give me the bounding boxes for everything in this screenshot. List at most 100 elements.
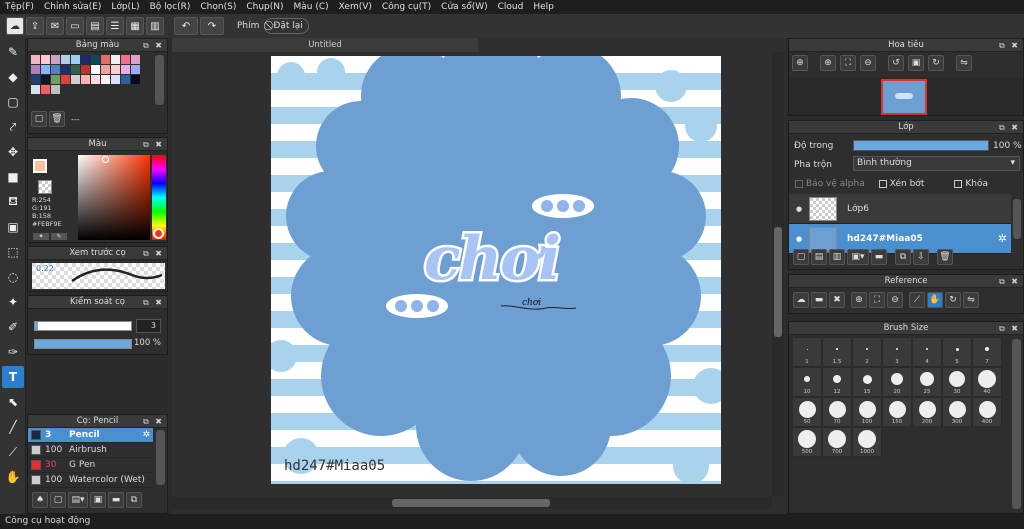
panel-controls-icon[interactable]: ⧉ ✖ [143, 247, 164, 260]
fit-icon[interactable]: ⛶ [840, 55, 856, 71]
saturation-value-picker[interactable] [78, 155, 150, 240]
layers-icon[interactable]: ▥ [146, 17, 164, 35]
palette-swatch[interactable] [51, 85, 60, 94]
brush-size-cell[interactable]: 4 [912, 337, 942, 367]
brush-list-scrollbar[interactable] [156, 430, 165, 485]
sub-color-swatch[interactable] [38, 180, 52, 194]
duplicate-layer-icon[interactable]: ⧉ [895, 249, 911, 265]
brush-item[interactable]: 30 G Pen [28, 458, 153, 473]
panel-controls-icon[interactable]: ⧉ ✖ [143, 415, 164, 428]
new-layer-icon[interactable]: ▢ [793, 249, 809, 265]
panel-controls-icon[interactable]: ⧉ ✖ [143, 296, 164, 309]
palette-swatch[interactable] [91, 65, 100, 74]
brush-settings-icon[interactable]: ♠ [32, 492, 48, 508]
select-pen-icon[interactable]: ✐ [2, 316, 24, 338]
palette-swatch[interactable] [41, 85, 50, 94]
document-tab[interactable]: Untitled [172, 38, 478, 52]
brush-size-cell[interactable]: 50 [792, 397, 822, 427]
protect-alpha-checkbox[interactable]: Bảo vệ alpha [795, 179, 865, 189]
new-1bit-layer-icon[interactable]: ▥ [829, 249, 845, 265]
visibility-icon[interactable]: ● [789, 205, 809, 213]
brush-icon[interactable]: ✎ [2, 41, 24, 63]
hue-handle[interactable] [153, 228, 164, 239]
visibility-icon[interactable]: ● [789, 235, 809, 243]
brush-size-cell[interactable]: 500 [792, 427, 822, 457]
bucket-icon[interactable]: ⛾ [2, 191, 24, 213]
grid-icon[interactable]: ▦ [126, 17, 144, 35]
duplicate-icon[interactable]: ⧉ [126, 492, 142, 508]
add-brush-menu-icon[interactable]: ▤▾ [68, 492, 88, 508]
brush-size-cell[interactable]: 1000 [852, 427, 882, 457]
menu-item-3[interactable]: Bộ lọc(R) [145, 2, 196, 12]
palette-swatch[interactable] [71, 65, 80, 74]
delete-layer-icon[interactable]: 🗑 [937, 249, 953, 265]
brush-size-cell[interactable]: 2 [852, 337, 882, 367]
chat-icon[interactable]: ✉ [46, 17, 64, 35]
redo-icon[interactable]: ↷ [200, 17, 224, 35]
palette-swatch[interactable] [61, 65, 70, 74]
eyedropper-icon[interactable]: ⟋ [2, 441, 24, 463]
hand-icon[interactable]: ✋ [2, 466, 24, 488]
brush-size-cell[interactable]: 10 [792, 367, 822, 397]
palette-swatch[interactable] [131, 55, 140, 64]
palette-swatch[interactable] [121, 75, 130, 84]
panel-controls-icon[interactable]: ⧉ ✖ [999, 39, 1020, 52]
navigator-preview[interactable] [789, 77, 1023, 115]
layer-list-scrollbar[interactable] [1013, 199, 1021, 239]
palette-swatch[interactable] [31, 85, 40, 94]
palette-swatch[interactable] [61, 55, 70, 64]
palette-swatch[interactable] [101, 65, 110, 74]
palette-swatch[interactable] [41, 65, 50, 74]
palette-swatch[interactable] [61, 75, 70, 84]
palette-swatch[interactable] [51, 65, 60, 74]
brush-size-cell[interactable]: 1 [792, 337, 822, 367]
brush-item[interactable]: 3 Pencil ✲ [28, 428, 153, 443]
brush-size-cell[interactable]: 25 [912, 367, 942, 397]
menu-item-1[interactable]: Chỉnh sửa(E) [39, 2, 106, 12]
eraser-icon[interactable]: ◆ [2, 66, 24, 88]
lock-checkbox[interactable]: Khóa [954, 179, 988, 189]
gear-icon[interactable]: ✲ [142, 430, 150, 440]
ref-flip-icon[interactable]: ⇋ [963, 292, 979, 308]
brush-size-cell[interactable]: 150 [882, 397, 912, 427]
brush-size-slider[interactable] [34, 321, 132, 331]
brush-size-cell[interactable]: 700 [822, 427, 852, 457]
brush-size-cell[interactable]: 100 [852, 397, 882, 427]
swap-colors-icon[interactable]: ✦ [33, 233, 49, 240]
pen-curve-icon[interactable]: ⤤ [2, 116, 24, 138]
palette-swatch[interactable] [41, 55, 50, 64]
hue-slider[interactable] [152, 155, 166, 240]
document-icon[interactable]: ▤ [86, 17, 104, 35]
magic-wand-icon[interactable]: ✦ [2, 291, 24, 313]
layer-row[interactable]: ● Lớp6 [789, 194, 1011, 224]
palette-swatch[interactable] [31, 65, 40, 74]
new-8bit-layer-icon[interactable]: ▤ [811, 249, 827, 265]
palette-swatch[interactable] [101, 55, 110, 64]
palette-swatch[interactable] [111, 55, 120, 64]
lasso-icon[interactable]: ◌ [2, 266, 24, 288]
menu-item-10[interactable]: Cloud [493, 2, 529, 12]
navigator-viewport[interactable] [881, 79, 927, 115]
palette-swatch[interactable] [81, 75, 90, 84]
palette-swatch[interactable] [101, 75, 110, 84]
menu-item-8[interactable]: Công cụ(T) [377, 2, 436, 12]
reset-view-icon[interactable]: ▣ [908, 55, 924, 71]
brush-size-cell[interactable]: 12 [822, 367, 852, 397]
palette-swatch[interactable] [51, 75, 60, 84]
rotate-right-icon[interactable]: ↻ [928, 55, 944, 71]
clipping-checkbox[interactable]: Xén bớt [878, 179, 924, 189]
palette-swatch[interactable] [71, 55, 80, 64]
zoom-out-icon[interactable]: ⊖ [860, 55, 876, 71]
brush-size-scrollbar[interactable] [1012, 339, 1021, 509]
merge-down-icon[interactable]: ⇩ [913, 249, 929, 265]
palette-swatch[interactable] [111, 75, 120, 84]
brush-size-value[interactable]: 3 [136, 319, 161, 333]
brush-item[interactable]: 100 Airbrush [28, 443, 153, 458]
panel-controls-icon[interactable]: ⧉ ✖ [143, 138, 164, 151]
brush-size-cell[interactable]: 20 [882, 367, 912, 397]
artwork-canvas[interactable]: chơi chơi hd247#Miaa05 [271, 56, 721, 484]
main-color-swatch[interactable] [33, 159, 47, 173]
text-icon[interactable]: T [2, 366, 24, 388]
brush-size-cell[interactable]: 300 [942, 397, 972, 427]
rectangle-icon[interactable]: ▢ [2, 91, 24, 113]
